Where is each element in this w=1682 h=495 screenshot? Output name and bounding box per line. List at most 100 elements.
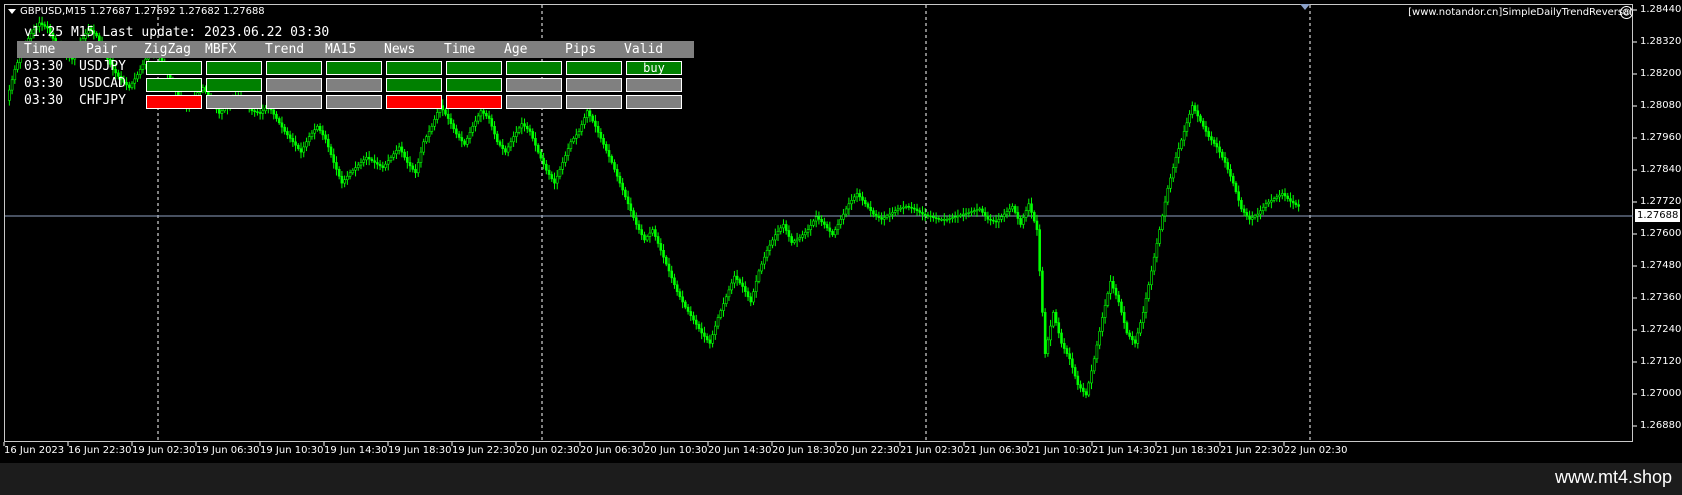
candle-body xyxy=(572,138,575,143)
row-pair: CHFJPY xyxy=(79,93,126,108)
candle-body xyxy=(967,212,971,214)
candle-body xyxy=(395,150,398,155)
candle-body xyxy=(744,286,747,292)
candle-body xyxy=(296,144,300,149)
time-tick-label: 20 Jun 22:30 xyxy=(836,445,900,456)
candle-body xyxy=(1231,175,1235,184)
candle-body xyxy=(645,236,649,241)
header-valid: Valid xyxy=(624,42,664,57)
candle-body xyxy=(457,133,461,138)
candle-body xyxy=(515,132,518,137)
candle-body xyxy=(310,132,314,137)
row-time: 03:30 xyxy=(24,59,64,74)
candle-body xyxy=(1103,305,1107,318)
price-tick-label: 1.27000 xyxy=(1640,388,1682,399)
candle-body xyxy=(430,125,434,132)
candle-body xyxy=(1248,215,1251,220)
candle-body xyxy=(926,214,930,217)
candle-body xyxy=(615,169,619,177)
candle-body xyxy=(621,182,624,191)
candle-body xyxy=(836,224,840,230)
candle-body xyxy=(1128,332,1131,337)
candle-body xyxy=(1000,216,1003,220)
candle-body xyxy=(408,162,412,167)
shift-marker-icon[interactable] xyxy=(1300,4,1310,10)
price-tick-label: 1.27600 xyxy=(1640,228,1682,239)
candle-body xyxy=(307,136,311,143)
candle-body xyxy=(455,128,458,135)
price-tick-label: 1.27360 xyxy=(1640,292,1682,303)
candle-body xyxy=(874,213,878,217)
candle-body xyxy=(8,89,11,101)
candle-body xyxy=(1212,139,1216,144)
candle-body xyxy=(861,196,864,201)
candle-body xyxy=(463,140,466,145)
candle-body xyxy=(1253,215,1257,218)
candle-body xyxy=(321,130,325,136)
signal-cell-news xyxy=(386,95,442,109)
candle-body xyxy=(828,227,832,232)
chart-window[interactable]: GBPUSD,M15 1.27687 1.27692 1.27682 1.276… xyxy=(0,0,1682,463)
signal-cell-pips xyxy=(566,95,622,109)
candle-body xyxy=(771,239,774,246)
candle-body xyxy=(1030,203,1033,213)
candle-body xyxy=(869,206,872,211)
price-tick-label: 1.27960 xyxy=(1640,132,1682,143)
candle-body xyxy=(416,162,420,174)
candle-body xyxy=(782,224,785,229)
candle-body xyxy=(727,289,731,298)
candle-body xyxy=(1038,229,1041,272)
candle-body xyxy=(833,229,837,236)
candle-body xyxy=(1289,198,1292,202)
candle-body xyxy=(277,118,281,124)
candle-body xyxy=(675,284,679,292)
signal-cell-mbfx xyxy=(206,78,262,92)
candle-body xyxy=(1267,201,1270,205)
candle-body xyxy=(664,256,668,265)
time-tick-label: 20 Jun 02:30 xyxy=(516,445,580,456)
candle-body xyxy=(326,138,330,148)
candle-body xyxy=(714,325,717,336)
candle-body xyxy=(902,206,905,209)
candle-body xyxy=(825,224,829,229)
candle-body xyxy=(1133,339,1137,344)
header-time: Time xyxy=(24,42,56,57)
candle-body xyxy=(441,105,445,111)
signal-cell-mbfx xyxy=(206,61,262,75)
time-tick-label: 16 Jun 22:30 xyxy=(68,445,132,456)
candle-body xyxy=(839,218,843,225)
candle-body xyxy=(493,125,496,135)
candle-body xyxy=(790,236,793,243)
smiley-icon: ☺ xyxy=(1620,6,1633,19)
candle-body xyxy=(299,148,303,153)
candle-body xyxy=(389,156,393,162)
candle-body xyxy=(1073,367,1077,377)
candle-body xyxy=(1245,212,1249,217)
candle-body xyxy=(1270,200,1273,203)
candle-body xyxy=(948,218,952,220)
candle-body xyxy=(885,215,889,218)
candle-body xyxy=(446,113,450,119)
candle-body xyxy=(1180,139,1183,149)
candle-body xyxy=(1090,370,1093,384)
header-pips: Pips xyxy=(565,42,597,57)
candle-body xyxy=(599,132,603,139)
time-tick-label: 21 Jun 18:30 xyxy=(1156,445,1220,456)
candle-body xyxy=(547,169,551,175)
signal-cell-news xyxy=(386,78,442,92)
symbol-title[interactable]: GBPUSD,M15 1.27687 1.27692 1.27682 1.276… xyxy=(8,6,265,17)
candle-body xyxy=(724,296,728,304)
candle-body xyxy=(624,189,627,198)
candle-body xyxy=(217,108,221,114)
candle-body xyxy=(858,193,862,198)
candle-body xyxy=(531,131,535,139)
candle-body xyxy=(806,229,810,233)
site-link[interactable]: www.mt4.shop xyxy=(1555,467,1672,488)
dropdown-arrow-icon[interactable] xyxy=(8,8,16,14)
candle-body xyxy=(365,156,368,161)
candle-body xyxy=(1101,317,1104,332)
candle-body xyxy=(316,125,319,131)
candle-body xyxy=(272,109,276,115)
candle-body xyxy=(1035,220,1039,230)
candle-body xyxy=(288,134,292,139)
